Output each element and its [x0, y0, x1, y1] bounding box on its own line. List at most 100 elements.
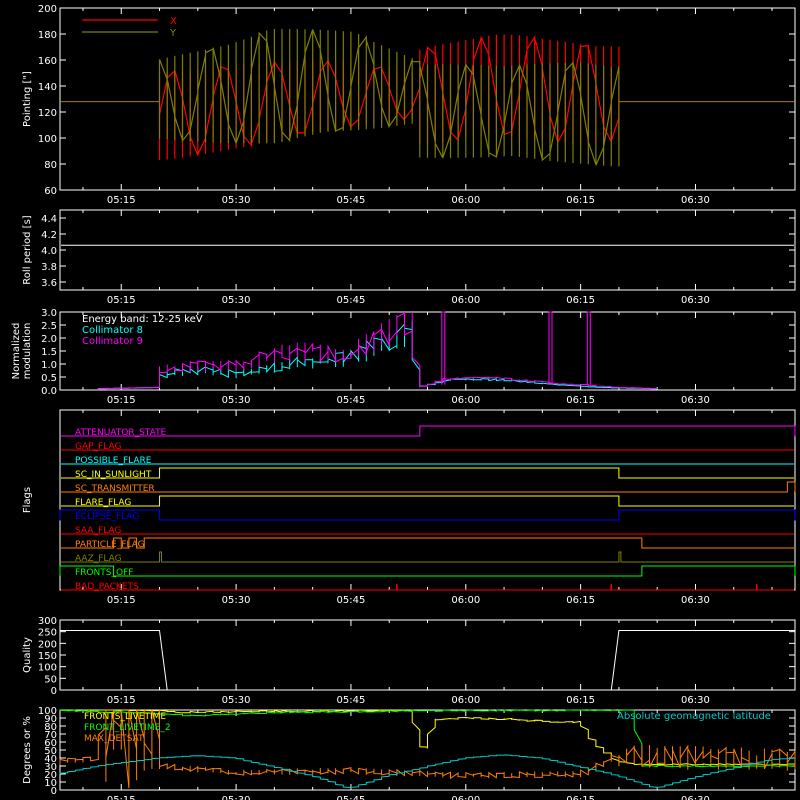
series-spike — [586, 311, 591, 385]
x-tick-label: 05:45 — [337, 695, 366, 706]
y-tick-label: 160 — [38, 56, 57, 67]
x-tick-label: 06:15 — [566, 395, 595, 406]
annotation-label: Absolute geomagnetic latitude — [617, 711, 771, 722]
x-tick-label: 05:45 — [337, 395, 366, 406]
y-tick-label: 0.0 — [41, 386, 57, 397]
y-tick-label: 300 — [38, 616, 57, 627]
y-tick-label: 200 — [38, 639, 57, 650]
flag-line — [61, 467, 794, 479]
y-tick-label: 3.0 — [41, 308, 57, 319]
legend-label: FRONTS_LIVETIME — [84, 712, 166, 722]
flag-label: ECLIPSE_FLAG — [75, 512, 139, 522]
y-axis-label: Flags — [22, 487, 33, 513]
plot-canvas: 05:15 05:30 05:45 06:00 06:15 06:30 Pointing [… — [11, 4, 796, 800]
y-tick-label: 4.2 — [41, 230, 57, 241]
x-tick-label: 06:15 — [566, 295, 595, 306]
y-tick-label: 0 — [51, 686, 57, 697]
flag-line — [61, 425, 796, 437]
panel-4: 05:15 05:30 05:45 06:00 06:15 06:30FlagsATTEN… — [22, 409, 796, 606]
x-tick-label: 05:30 — [222, 795, 251, 800]
flag-line — [59, 509, 796, 521]
y-tick-label: 80 — [44, 160, 57, 171]
y-axis-label: Roll period [s] — [22, 215, 33, 284]
y-tick-label: 1.0 — [41, 360, 57, 371]
x-tick-label: 05:15 — [107, 695, 136, 706]
series-spike — [548, 311, 553, 385]
y-tick-label: 4.0 — [41, 246, 57, 257]
x-tick-label: 06:30 — [681, 395, 710, 406]
x-tick-label: 05:15 — [107, 195, 136, 206]
y-tick-label: 0.5 — [41, 373, 57, 384]
y-axis-label: Normalizedmodulation — [11, 323, 33, 380]
legend-label: Y — [169, 28, 177, 39]
series-line — [60, 630, 795, 691]
y-tick-label: 250 — [38, 628, 57, 639]
x-tick-label: 06:15 — [566, 795, 595, 800]
y-tick-label: 2.5 — [41, 321, 57, 332]
x-tick-label: 05:15 — [107, 795, 136, 800]
panel-6: 05:15 05:30 05:45 06:00 06:15 06:30 Degrees or… — [22, 706, 796, 800]
x-tick-label: 06:30 — [681, 595, 710, 606]
x-tick-label: 05:15 — [107, 295, 136, 306]
y-tick-label: 200 — [38, 4, 57, 15]
x-tick-label: 06:30 — [681, 295, 710, 306]
flag-line — [61, 481, 796, 493]
x-tick-label: 06:15 — [566, 195, 595, 206]
annotation-label: Energy band: 12-25 keV — [82, 314, 203, 325]
y-axis-label: Quality — [22, 637, 33, 673]
y-tick-label: 180 — [38, 30, 57, 41]
panel-5: 05:15 05:30 05:45 06:00 06:15 06:30 Quality 050… — [22, 616, 796, 706]
x-tick-label: 05:30 — [222, 295, 251, 306]
y-tick-label: 60 — [44, 186, 57, 197]
flag-line — [61, 495, 794, 507]
y-tick-label: 140 — [38, 82, 57, 93]
x-tick-label: 06:30 — [681, 695, 710, 706]
flag-line — [61, 537, 794, 549]
x-tick-label: 06:15 — [566, 595, 595, 606]
x-tick-label: 05:30 — [222, 195, 251, 206]
y-tick-label: 3.8 — [41, 262, 57, 273]
x-tick-label: 06:00 — [451, 595, 480, 606]
y-axis-label: Pointing ["] — [22, 71, 33, 127]
x-tick-label: 05:30 — [222, 595, 251, 606]
legend-label: Collimator 8 — [82, 325, 143, 336]
x-tick-label: 05:45 — [337, 795, 366, 800]
x-tick-label: 05:30 — [222, 695, 251, 706]
x-tick-label: 05:15 — [107, 395, 136, 406]
y-tick-label: 100 — [38, 134, 57, 145]
legend-label: X — [170, 16, 177, 27]
x-tick-label: 05:45 — [337, 295, 366, 306]
x-tick-label: 06:00 — [451, 695, 480, 706]
panel-frame — [59, 209, 796, 291]
x-tick-label: 06:00 — [451, 395, 480, 406]
x-tick-label: 05:45 — [337, 195, 366, 206]
x-tick-label: 05:45 — [337, 595, 366, 606]
y-tick-label: 120 — [38, 108, 57, 119]
x-tick-label: 06:30 — [681, 195, 710, 206]
x-tick-label: 05:15 — [107, 595, 136, 606]
x-tick-label: 05:30 — [222, 395, 251, 406]
series-spike — [441, 311, 446, 385]
y-tick-label: 100 — [38, 706, 57, 717]
flag-line — [59, 565, 796, 577]
panel-frame — [59, 409, 796, 591]
panel-2: 05:15 05:30 05:45 06:00 06:15 06:30 Roll perio… — [22, 209, 796, 306]
legend-label: FRONT_LIVETIME_2 — [84, 723, 171, 733]
x-tick-label: 06:00 — [451, 195, 480, 206]
y-tick-label: 100 — [38, 663, 57, 674]
panel-3: 05:15 05:30 05:45 06:00 06:15 06:30 Normalized… — [11, 308, 796, 406]
x-tick-label: 06:15 — [566, 695, 595, 706]
legend-label: Collimator 9 — [82, 336, 143, 347]
panel-1: 05:15 05:30 05:45 06:00 06:15 06:30 Pointing [… — [22, 4, 796, 206]
x-tick-label: 06:00 — [451, 795, 480, 800]
y-tick-label: 2.0 — [41, 334, 57, 345]
x-tick-label: 06:30 — [681, 795, 710, 800]
legend-label: MAX_DETSAT — [84, 734, 144, 744]
y-tick-label: 50 — [44, 674, 57, 685]
y-tick-label: 4.4 — [41, 214, 57, 225]
x-tick-label: 06:00 — [451, 295, 480, 306]
flag-line — [61, 551, 794, 563]
y-tick-label: 1.5 — [41, 347, 57, 358]
y-tick-label: 3.6 — [41, 278, 57, 289]
y-tick-label: 150 — [38, 651, 57, 662]
